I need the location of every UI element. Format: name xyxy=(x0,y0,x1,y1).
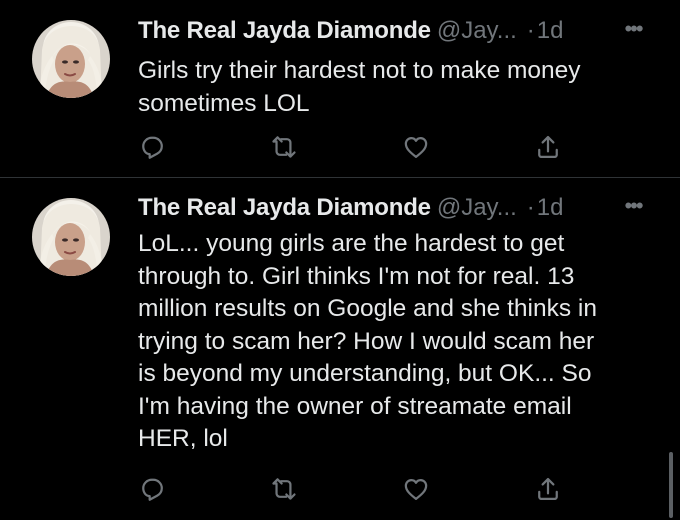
author-name[interactable]: The Real Jayda Diamonde xyxy=(138,194,431,221)
tweet-2[interactable]: The Real Jayda Diamonde @Jay... ·1d ••• Lo… xyxy=(0,178,680,520)
like-icon[interactable] xyxy=(402,133,430,161)
tweet-header: The Real Jayda Diamonde @Jay... ·1d ••• xyxy=(138,194,658,222)
author-name[interactable]: The Real Jayda Diamonde xyxy=(138,17,431,44)
reply-icon[interactable] xyxy=(138,475,166,503)
separator-dot: · xyxy=(526,194,535,221)
share-icon[interactable] xyxy=(534,475,562,503)
more-horizontal-icon[interactable]: ••• xyxy=(620,194,646,222)
author-handle[interactable]: @Jay... xyxy=(437,194,517,221)
tweet-header: The Real Jayda Diamonde @Jay... ·1d ••• xyxy=(138,17,658,45)
like-icon[interactable] xyxy=(402,475,430,503)
tweet-text: Girls try their hardest not to make mone… xyxy=(138,57,581,117)
author-avatar[interactable] xyxy=(32,198,110,276)
tweet-actions xyxy=(138,133,578,163)
tweet-time[interactable]: 1d xyxy=(537,17,564,44)
reply-icon[interactable] xyxy=(138,133,166,161)
separator-dot: · xyxy=(526,17,535,44)
scrollbar-thumb[interactable] xyxy=(669,452,673,518)
retweet-icon[interactable] xyxy=(270,133,298,161)
avatar-image xyxy=(32,198,110,276)
more-horizontal-icon[interactable]: ••• xyxy=(620,17,646,45)
tweet-text: LoL... young girls are the hardest to ge… xyxy=(138,230,597,452)
tweet-actions xyxy=(138,475,578,505)
author-handle[interactable]: @Jay... xyxy=(437,17,517,44)
share-icon[interactable] xyxy=(534,133,562,161)
author-avatar[interactable] xyxy=(32,20,110,98)
retweet-icon[interactable] xyxy=(270,475,298,503)
avatar-image xyxy=(32,20,110,98)
tweet-1[interactable]: The Real Jayda Diamonde @Jay... ·1d ••• Gi… xyxy=(0,0,680,177)
tweet-time[interactable]: 1d xyxy=(537,194,564,221)
